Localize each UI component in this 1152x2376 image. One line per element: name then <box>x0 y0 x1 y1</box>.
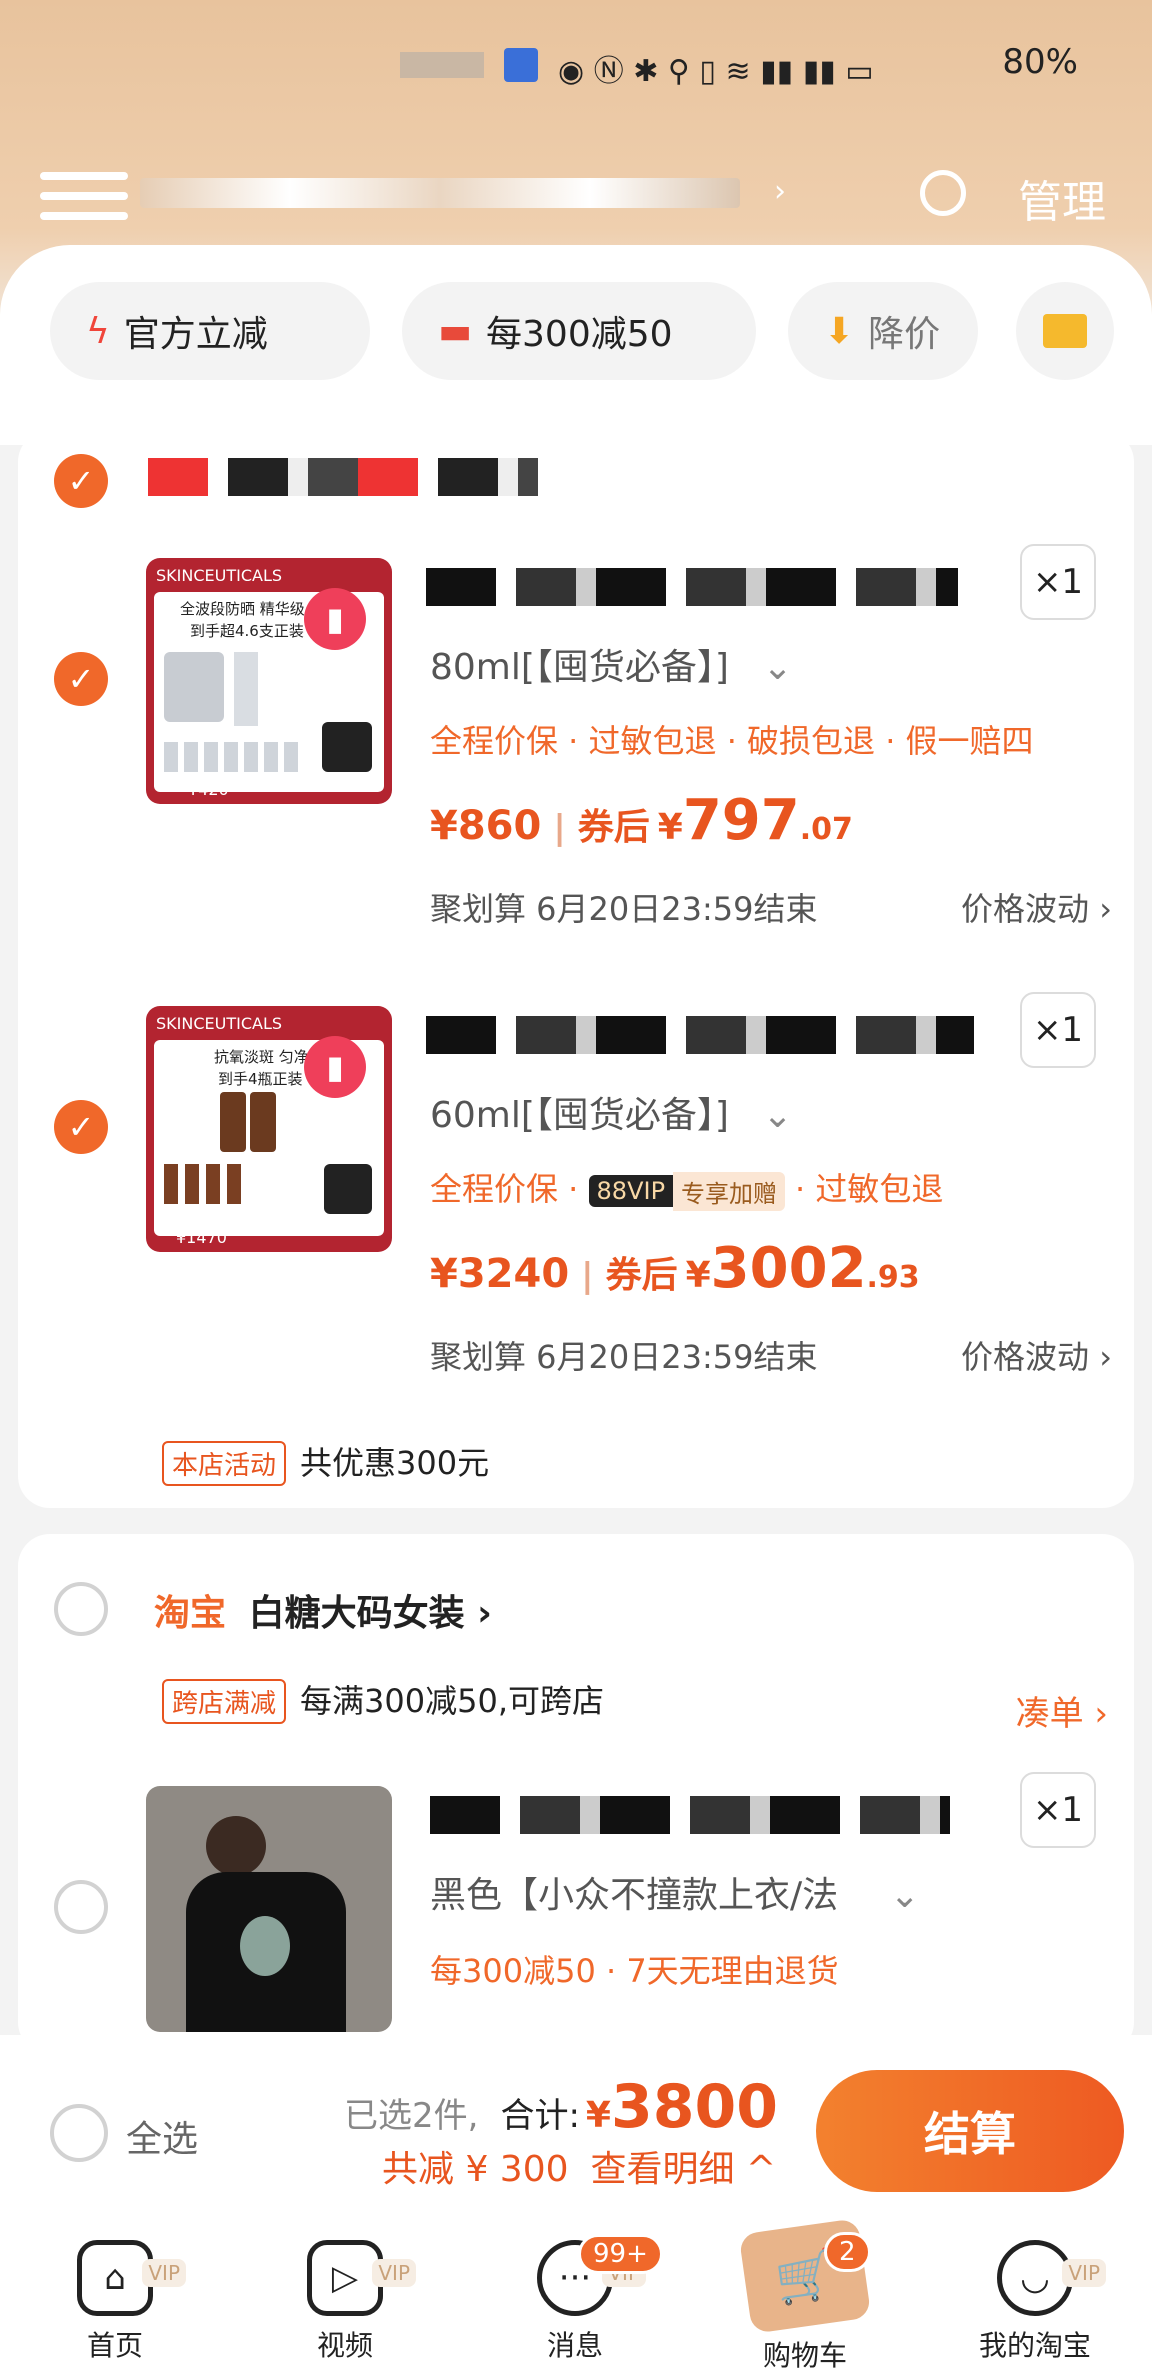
item-2-spec[interactable]: 60ml[【囤货必备】] ⌄ <box>430 1086 793 1138</box>
item-1-checkbox[interactable]: ✓ <box>54 652 108 706</box>
battery-level: 80% <box>1002 42 1078 82</box>
thumb-brand: SKINCEUTICALS <box>156 566 283 585</box>
manage-button[interactable]: 管理 <box>1018 166 1106 230</box>
collect-order-link[interactable]: 凑单 › <box>1016 1686 1108 1735</box>
item-3-checkbox[interactable] <box>54 1880 108 1934</box>
checkout-summary: 已选2件, 合计: ¥ 3800 <box>344 2072 778 2142</box>
menu-icon[interactable] <box>40 172 128 220</box>
shop-1-checkbox[interactable]: ✓ <box>54 454 108 508</box>
shop-2-promo: 跨店满减 每满300减50,可跨店 <box>162 1676 604 1724</box>
total-amount: 3800 <box>610 2072 778 2142</box>
vip-badge: 88VIP <box>588 1175 674 1207</box>
item-2-price: ¥3240 | 券后 ¥ 3002 .93 <box>430 1236 920 1301</box>
filter-official-discount[interactable]: ϟ 官方立减 <box>50 282 370 380</box>
cart-badge: 2 <box>824 2232 871 2272</box>
filter-per300-minus50[interactable]: ▬ 每300减50 <box>402 282 756 380</box>
chevron-down-icon: ⌄ <box>889 1875 920 1916</box>
stats-icon: ▮ <box>304 588 366 650</box>
video-icon: ▷ VIP <box>307 2240 416 2316</box>
chevron-down-icon: ⌄ <box>762 647 793 688</box>
item-2-price-trend-link[interactable]: 价格波动 › <box>961 1332 1112 1378</box>
app-icon <box>504 48 538 82</box>
nav-label: 我的淘宝 <box>978 2329 1091 2362</box>
message-badge: 99+ <box>578 2234 663 2274</box>
thumb-brand: SKINCEUTICALS <box>156 1014 283 1033</box>
nav-messages[interactable]: ···VIP 99+ 消息 <box>500 2234 663 2364</box>
nav-cart[interactable]: 🛒 2 购物车 <box>730 2218 880 2374</box>
filter-label: 降价 <box>868 314 941 355</box>
item-1-spec[interactable]: 80ml[【囤货必备】] ⌄ <box>430 638 793 690</box>
item-2-title-redacted[interactable] <box>426 1016 974 1054</box>
chevron-right-icon: › <box>774 174 786 209</box>
item-1-deal-info: 聚划算 6月20日23:59结束 <box>430 890 818 928</box>
select-all-label[interactable]: 全选 <box>126 2110 198 2162</box>
item-3-title-redacted[interactable] <box>430 1796 950 1834</box>
shop-2-name: 白糖大码女装 › <box>248 1593 492 1634</box>
item-2-tags: 全程价保 · 88VIP 专享加赠 · 过敏包退 <box>430 1164 943 1211</box>
platform-label: 淘宝 <box>154 1593 227 1634</box>
lightning-icon: ϟ <box>86 310 110 352</box>
item-2-quantity[interactable]: ×1 <box>1020 992 1096 1068</box>
item-3-spec[interactable]: 黑色【小众不撞款上衣/法 ⌄ <box>430 1866 920 1918</box>
search-icon[interactable] <box>920 170 966 216</box>
status-icons: ◉ Ⓝ ✱ ⚲ ▯ ≋ ▮▮ ▮▮ ▭ <box>558 54 874 89</box>
shop-2-checkbox[interactable] <box>54 1582 108 1636</box>
home-icon: ⌂ VIP <box>77 2240 186 2316</box>
nav-label: 消息 <box>546 2329 603 2362</box>
stats-icon: ▮ <box>304 1036 366 1098</box>
filter-label: 官方立减 <box>123 314 268 355</box>
filter-price-drop[interactable]: ⬇ 降价 <box>788 282 978 380</box>
nav-my-taobao[interactable]: ◡ VIP 我的淘宝 <box>960 2240 1110 2364</box>
discount-summary[interactable]: 共减 ¥ 300 查看明细 ^ <box>382 2140 776 2192</box>
item-3-tags: 每300减50 · 7天无理由退货 <box>430 1952 839 1990</box>
activity-text: 共优惠300元 <box>300 1444 490 1482</box>
view-detail-link[interactable]: 查看明细 ^ <box>591 2149 777 2190</box>
thumb-price: ¥1470 <box>176 1228 227 1247</box>
item-3-image[interactable] <box>146 1786 392 2032</box>
item-2-deal-info: 聚划算 6月20日23:59结束 <box>430 1338 818 1376</box>
promo-tag: 跨店满减 <box>162 1679 287 1724</box>
coupon-icon: ▬ <box>438 310 473 352</box>
filter-label: 每300减50 <box>486 314 673 355</box>
shop-2-header[interactable]: 淘宝 白糖大码女装 › <box>154 1584 492 1636</box>
nav-home[interactable]: ⌂ VIP 首页 <box>40 2240 190 2364</box>
folder-button[interactable] <box>1016 282 1114 380</box>
chevron-down-icon: ⌄ <box>762 1095 793 1136</box>
promo-text: 每满300减50,可跨店 <box>300 1682 604 1720</box>
item-1-image[interactable]: SKINCEUTICALS 全波段防晒 精华级 到手超4.6支正装 ¥420 ▮ <box>146 558 392 804</box>
status-bar: ◉ Ⓝ ✱ ⚲ ▯ ≋ ▮▮ ▮▮ ▭ 80% <box>0 0 1152 130</box>
vip-desc: 专享加赠 <box>673 1171 786 1211</box>
nav-label: 首页 <box>86 2329 143 2362</box>
profile-icon: ◡ VIP <box>997 2240 1106 2316</box>
thumb-line2: 到手超4.6支正装 <box>190 622 304 640</box>
shop-1-name-redacted[interactable] <box>148 458 538 496</box>
item-1-price-trend-link[interactable]: 价格波动 › <box>961 884 1112 930</box>
folder-icon <box>1043 314 1087 348</box>
activity-tag: 本店活动 <box>162 1441 287 1486</box>
item-1-tags: 全程价保 · 过敏包退 · 破损包退 · 假一赔四 <box>430 722 1034 760</box>
item-1-title-redacted[interactable] <box>426 568 958 606</box>
checkout-button[interactable]: 结算 <box>816 2070 1124 2192</box>
item-1-price: ¥860 | 券后 ¥ 797 .07 <box>430 788 853 853</box>
thumb-line1: 全波段防晒 精华级 <box>180 600 305 618</box>
item-2-image[interactable]: SKINCEUTICALS 抗氧淡斑 匀净透 到手4瓶正装 ¥1470 ▮ <box>146 1006 392 1252</box>
thumb-line2: 到手4瓶正装 <box>218 1070 303 1088</box>
notification-icons <box>400 52 484 78</box>
item-2-checkbox[interactable]: ✓ <box>54 1100 108 1154</box>
thumb-price: ¥420 <box>188 780 229 799</box>
shop-1-activity[interactable]: 本店活动 共优惠300元 <box>162 1438 489 1486</box>
item-1-quantity[interactable]: ×1 <box>1020 544 1096 620</box>
nav-label: 视频 <box>316 2329 373 2362</box>
nav-video[interactable]: ▷ VIP 视频 <box>270 2240 420 2364</box>
item-3-quantity[interactable]: ×1 <box>1020 1772 1096 1848</box>
nav-label: 购物车 <box>762 2339 847 2372</box>
shop-title-redacted[interactable] <box>140 178 740 208</box>
price-drop-icon: ⬇ <box>824 310 855 352</box>
select-all-checkbox[interactable] <box>50 2104 108 2162</box>
